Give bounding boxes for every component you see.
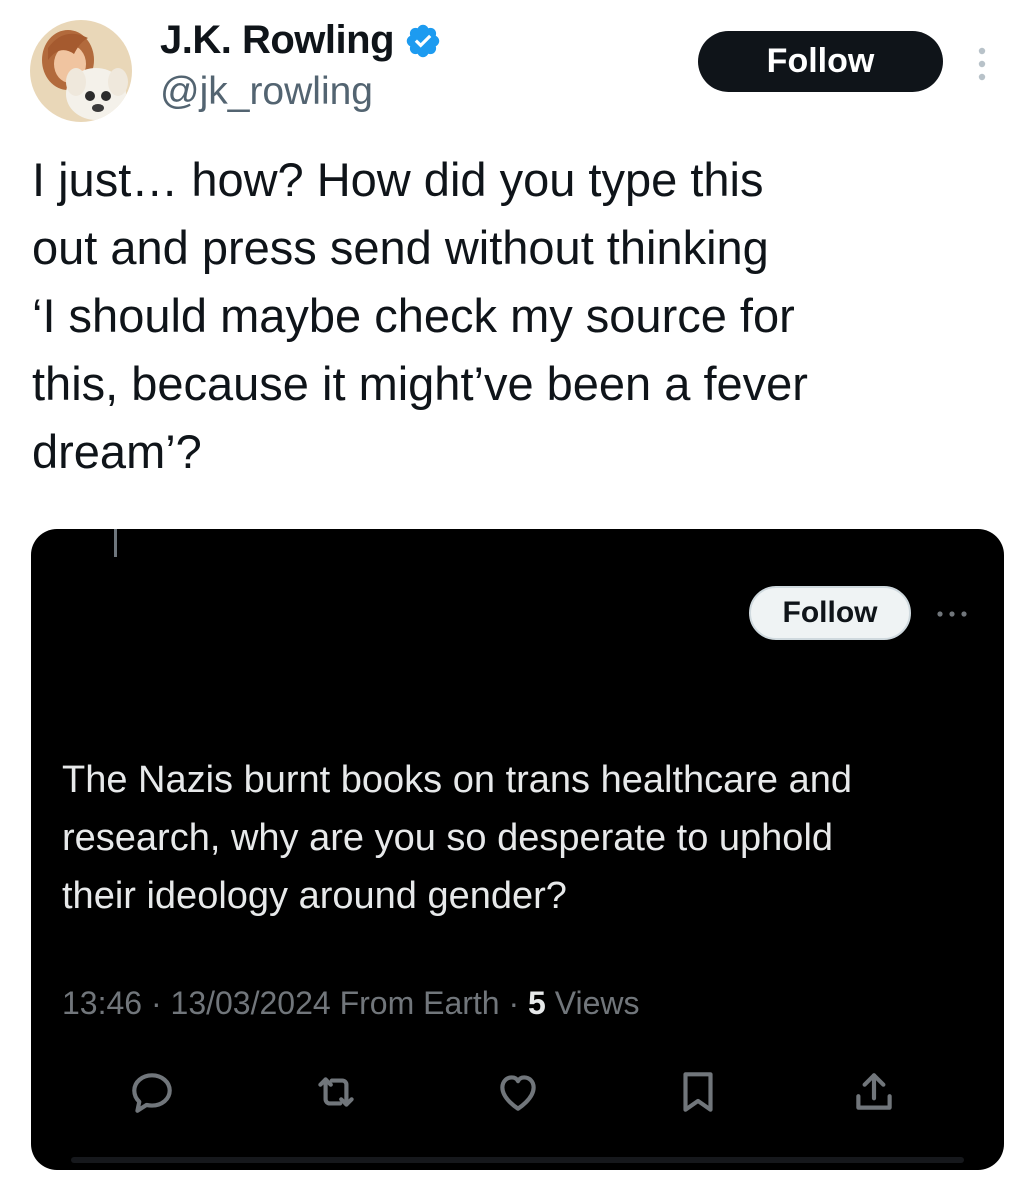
quoted-tweet-screenshot[interactable]: Follow The Nazis burnt books on trans he… xyxy=(31,529,1004,1170)
tweet-text: I just… how? How did you type this out a… xyxy=(32,153,808,478)
author-display-name[interactable]: J.K. Rowling xyxy=(160,18,395,63)
embed-bottom-edge xyxy=(71,1157,964,1163)
meta-separator: · xyxy=(150,985,171,1021)
quoted-tweet-text: The Nazis burnt books on trans healthcar… xyxy=(62,759,853,917)
meta-separator: · xyxy=(508,985,529,1021)
like-icon[interactable] xyxy=(493,1067,543,1117)
quoted-date: 13/03/2024 xyxy=(170,985,331,1021)
reply-icon[interactable] xyxy=(127,1067,177,1117)
retweet-icon[interactable] xyxy=(311,1067,361,1117)
quoted-time: 13:46 xyxy=(62,985,143,1021)
quoted-source: From Earth xyxy=(339,985,500,1021)
quoted-tweet-meta: 13:46 · 13/03/2024 From Earth · 5 Views xyxy=(62,985,640,1022)
share-icon[interactable] xyxy=(849,1067,899,1117)
avatar-photo xyxy=(30,20,132,122)
verified-badge-icon xyxy=(404,22,442,60)
quoted-follow-button[interactable]: Follow xyxy=(749,586,911,640)
bookmark-icon[interactable] xyxy=(673,1067,723,1117)
author-display-name-row[interactable]: J.K. Rowling xyxy=(160,18,442,63)
quoted-views-count: 5 xyxy=(528,985,546,1021)
quoted-views-label: Views xyxy=(554,985,640,1021)
more-vertical-icon[interactable] xyxy=(970,44,994,84)
more-horizontal-icon[interactable] xyxy=(934,607,970,619)
thread-line xyxy=(114,529,117,557)
author-handle[interactable]: @jk_rowling xyxy=(160,70,373,114)
avatar[interactable] xyxy=(30,20,132,122)
follow-button[interactable]: Follow xyxy=(698,31,943,92)
